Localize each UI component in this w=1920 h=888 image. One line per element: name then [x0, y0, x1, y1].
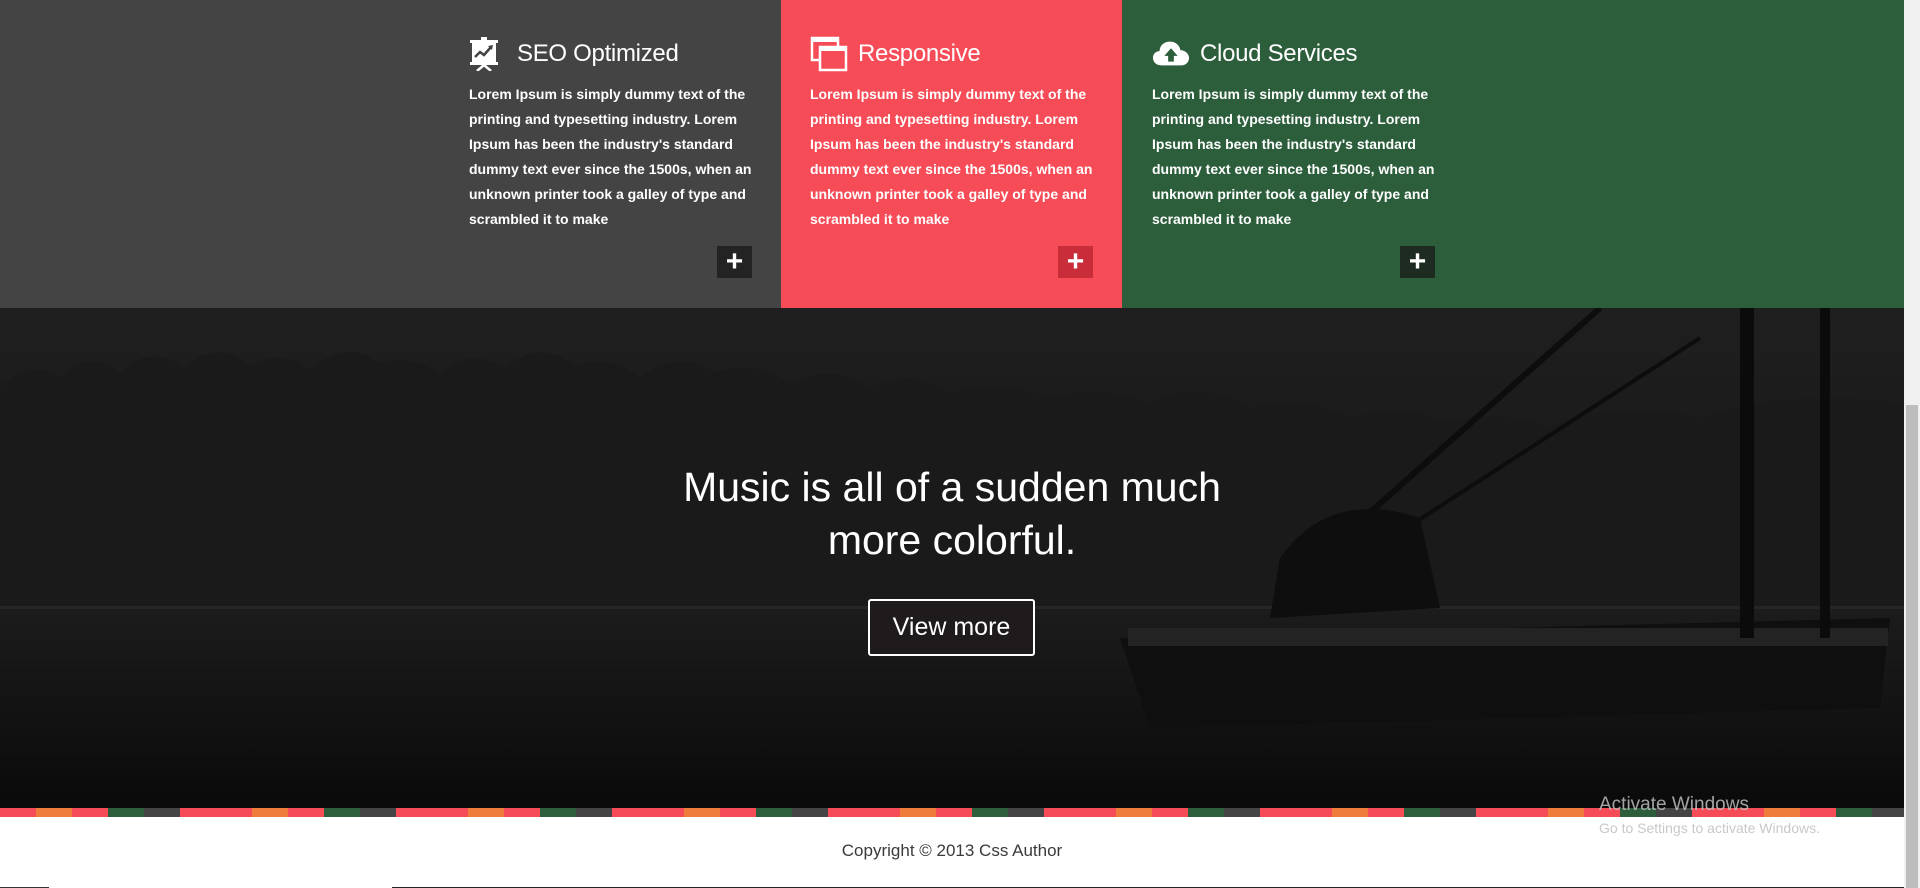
hero-section: Music is all of a sudden much more color… — [0, 308, 1904, 808]
stripe-segment — [576, 808, 612, 817]
feature-expand-button[interactable]: + — [1058, 246, 1093, 278]
stripe-segment — [1080, 808, 1116, 817]
stripe-segment — [1296, 808, 1332, 817]
stripe-segment — [1368, 808, 1404, 817]
stripe-segment — [1116, 808, 1152, 817]
stripe-segment — [1152, 808, 1188, 817]
stacked-windows-icon — [810, 36, 848, 72]
view-more-button[interactable]: View more — [868, 599, 1035, 656]
watermark-subtitle: Go to Settings to activate Windows. — [1599, 820, 1820, 836]
stripe-segment — [900, 808, 936, 817]
vertical-scrollbar[interactable] — [1904, 0, 1920, 888]
stripe-segment — [1188, 808, 1224, 817]
stripe-segment — [612, 808, 648, 817]
stripe-segment — [1260, 808, 1296, 817]
feature-cloud-services: Cloud Services Lorem Ipsum is simply dum… — [1152, 0, 1452, 308]
feature-title: SEO Optimized — [517, 40, 679, 67]
stripe-segment — [360, 808, 396, 817]
stripe-segment — [1548, 808, 1584, 817]
stripe-segment — [36, 808, 72, 817]
hero-heading: Music is all of a sudden much more color… — [0, 461, 1904, 567]
feature-header: Responsive — [810, 34, 981, 74]
stripe-segment — [252, 808, 288, 817]
stripe-segment — [864, 808, 900, 817]
presentation-chart-icon — [469, 36, 507, 72]
feature-title: Responsive — [858, 40, 981, 67]
hero-heading-line-2: more colorful. — [827, 517, 1077, 563]
stripe-segment — [0, 808, 36, 817]
stripe-segment — [756, 808, 792, 817]
feature-description: Lorem Ipsum is simply dummy text of the … — [1152, 86, 1435, 227]
feature-seo-optimized: SEO Optimized Lorem Ipsum is simply dumm… — [469, 0, 769, 308]
stripe-segment — [1332, 808, 1368, 817]
features-section: SEO Optimized Lorem Ipsum is simply dumm… — [0, 0, 1904, 308]
stripe-segment — [180, 808, 216, 817]
stripe-segment — [144, 808, 180, 817]
stripe-segment — [540, 808, 576, 817]
page: SEO Optimized Lorem Ipsum is simply dumm… — [0, 0, 1920, 888]
stripe-segment — [108, 808, 144, 817]
stripe-segment — [720, 808, 756, 817]
stripe-segment — [396, 808, 432, 817]
watermark-title: Activate Windows — [1599, 794, 1749, 815]
stripe-segment — [828, 808, 864, 817]
stripe-segment — [792, 808, 828, 817]
stripe-segment — [324, 808, 360, 817]
feature-header: Cloud Services — [1152, 34, 1358, 74]
activate-windows-watermark: Activate Windows Go to Settings to activ… — [1599, 794, 1820, 838]
stripe-segment — [504, 808, 540, 817]
feature-header: SEO Optimized — [469, 34, 679, 74]
stripe-segment — [468, 808, 504, 817]
feature-expand-button[interactable]: + — [1400, 246, 1435, 278]
stripe-segment — [1836, 808, 1872, 817]
feature-expand-button[interactable]: + — [717, 246, 752, 278]
hero-heading-line-1: Music is all of a sudden much — [683, 464, 1221, 510]
stripe-segment — [648, 808, 684, 817]
stripe-segment — [1224, 808, 1260, 817]
stripe-segment — [936, 808, 972, 817]
feature-description: Lorem Ipsum is simply dummy text of the … — [469, 86, 752, 227]
stripe-segment — [1872, 808, 1904, 817]
scrollbar-thumb[interactable] — [1906, 405, 1918, 888]
stripe-segment — [288, 808, 324, 817]
stripe-segment — [1044, 808, 1080, 817]
stripe-segment — [432, 808, 468, 817]
stripe-segment — [1404, 808, 1440, 817]
stripe-segment — [72, 808, 108, 817]
feature-title: Cloud Services — [1200, 40, 1358, 67]
stripe-segment — [684, 808, 720, 817]
stripe-segment — [1476, 808, 1512, 817]
feature-description: Lorem Ipsum is simply dummy text of the … — [810, 86, 1093, 227]
stripe-segment — [1512, 808, 1548, 817]
cloud-upload-icon — [1152, 36, 1190, 72]
stripe-segment — [1008, 808, 1044, 817]
stripe-segment — [216, 808, 252, 817]
stripe-segment — [1440, 808, 1476, 817]
stripe-segment — [972, 808, 1008, 817]
copyright-text: Copyright © 2013 Css Author — [841, 841, 1063, 860]
feature-responsive: Responsive Lorem Ipsum is simply dummy t… — [810, 0, 1110, 308]
